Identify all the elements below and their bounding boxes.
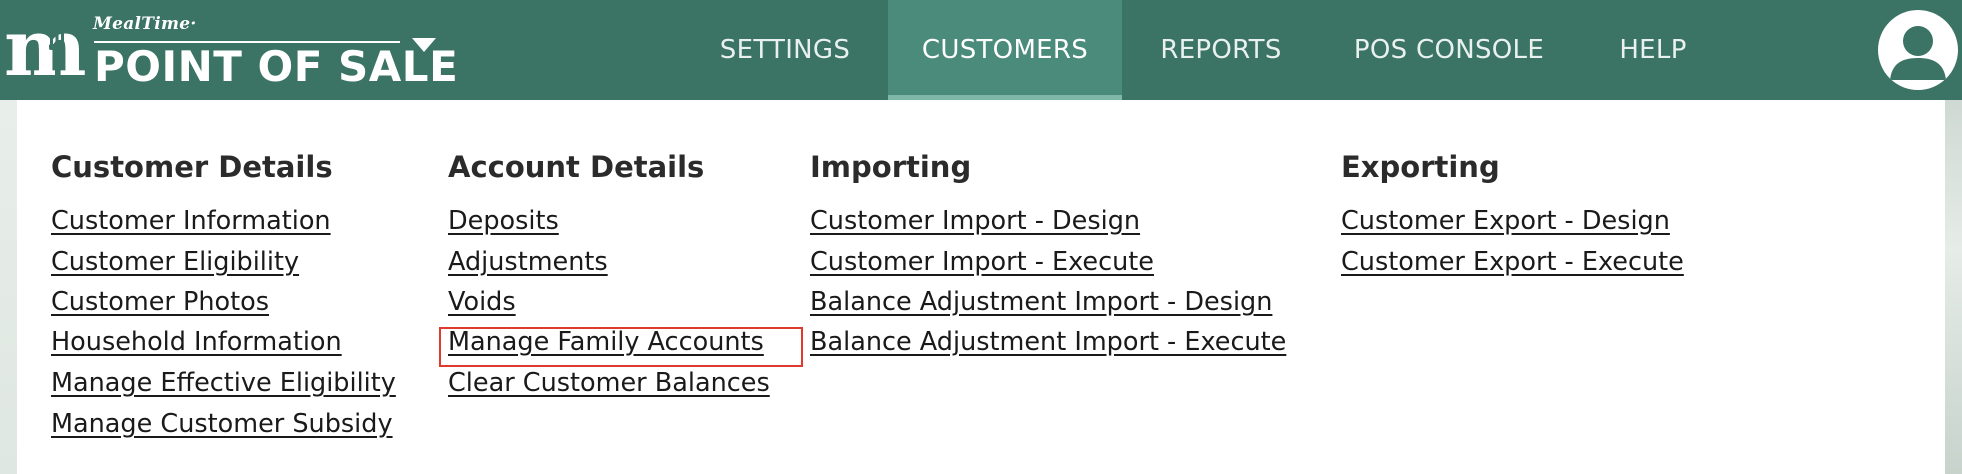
column-heading: Account Details (448, 150, 705, 184)
chevron-down-icon[interactable] (412, 38, 436, 52)
top-navigation-bar: m MealTime· POINT OF SALE SETTINGS CUSTO… (0, 0, 1962, 100)
brand-name-large: POINT OF SALE (94, 42, 459, 91)
link-manage-customer-subsidy[interactable]: Manage Customer Subsidy (51, 409, 393, 439)
user-silhouette-icon (1890, 26, 1946, 80)
nav-tab-customers[interactable]: CUSTOMERS (888, 0, 1122, 100)
link-customer-import-design[interactable]: Customer Import - Design (810, 206, 1140, 236)
link-customer-information[interactable]: Customer Information (51, 206, 331, 236)
mealtime-logo[interactable]: m MealTime· POINT OF SALE (4, 3, 458, 94)
link-deposits[interactable]: Deposits (448, 206, 559, 236)
link-household-information[interactable]: Household Information (51, 327, 342, 357)
user-avatar-icon[interactable] (1878, 10, 1958, 90)
link-voids[interactable]: Voids (448, 287, 516, 317)
link-balance-adjustment-import-design[interactable]: Balance Adjustment Import - Design (810, 287, 1272, 317)
page-background-left (0, 100, 17, 474)
link-customer-export-design[interactable]: Customer Export - Design (1341, 206, 1670, 236)
link-manage-family-accounts[interactable]: Manage Family Accounts (448, 327, 764, 357)
page-background-right (1945, 100, 1962, 474)
brand-name-small: MealTime· (93, 14, 197, 34)
column-heading: Customer Details (51, 150, 333, 184)
column-heading: Exporting (1341, 150, 1500, 184)
link-balance-adjustment-import-execute[interactable]: Balance Adjustment Import - Execute (810, 327, 1286, 357)
mealtime-logo-icon: m (4, 3, 87, 94)
nav-tab-help[interactable]: HELP (1612, 0, 1694, 100)
link-customer-import-execute[interactable]: Customer Import - Execute (810, 247, 1154, 277)
column-heading: Importing (810, 150, 972, 184)
link-customer-export-execute[interactable]: Customer Export - Execute (1341, 247, 1684, 277)
nav-tab-settings[interactable]: SETTINGS (704, 0, 866, 100)
fork-icon (49, 32, 65, 76)
link-customer-eligibility[interactable]: Customer Eligibility (51, 247, 299, 277)
link-adjustments[interactable]: Adjustments (448, 247, 608, 277)
nav-tab-reports[interactable]: REPORTS (1150, 0, 1292, 100)
nav-tab-pos-console[interactable]: POS CONSOLE (1348, 0, 1550, 100)
link-customer-photos[interactable]: Customer Photos (51, 287, 269, 317)
customers-dropdown-menu: Customer Details Customer Information Cu… (17, 100, 1945, 474)
link-clear-customer-balances[interactable]: Clear Customer Balances (448, 368, 770, 398)
link-manage-effective-eligibility[interactable]: Manage Effective Eligibility (51, 368, 396, 398)
